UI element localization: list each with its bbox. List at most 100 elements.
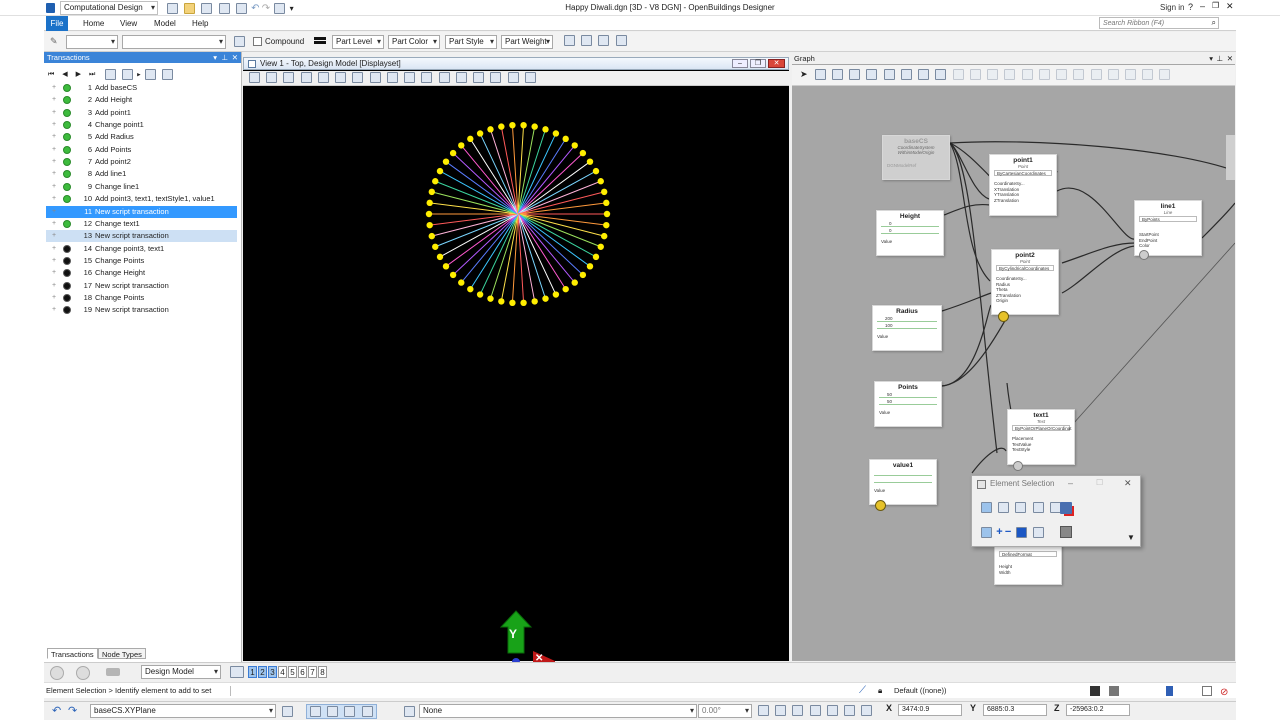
print-icon[interactable] (274, 3, 286, 15)
node-point2-method[interactable]: ByCylindricalCoordinates (996, 265, 1054, 271)
part-tool-4-icon[interactable] (615, 35, 627, 46)
snap-2-icon[interactable] (327, 706, 339, 717)
view-previous-icon[interactable] (404, 72, 416, 83)
bottom-tool-5-icon[interactable] (826, 705, 838, 716)
radial-line[interactable] (517, 133, 557, 215)
expand-dialog-icon[interactable]: ▼ (1127, 533, 1135, 542)
plane-dropdown[interactable]: baseCS.XYPlane (90, 704, 276, 718)
graph-arrange-icon[interactable] (900, 69, 912, 81)
view-minimize-icon[interactable]: – (732, 59, 748, 68)
view-maximize-icon[interactable]: ❐ (750, 59, 766, 68)
circle-point[interactable] (476, 291, 484, 298)
node-textstyle1-method[interactable]: DefinedFormat (999, 551, 1057, 557)
bottom-tool-1-icon[interactable] (758, 705, 769, 716)
angle-input[interactable]: 0.00° (698, 704, 752, 718)
script-icon[interactable] (122, 69, 134, 80)
expand-icon[interactable]: + (52, 144, 56, 156)
graph-align-top-icon[interactable] (1021, 69, 1033, 81)
graph-align-center-icon[interactable] (987, 69, 999, 81)
qat-more-icon[interactable]: ▾ (290, 4, 294, 13)
part-level-dropdown[interactable]: Part Level (332, 35, 384, 49)
expand-icon[interactable]: + (52, 193, 56, 205)
circle-point[interactable] (601, 188, 608, 196)
graph-edge-node[interactable] (1226, 135, 1235, 180)
expand-icon[interactable]: + (52, 230, 56, 242)
snap-1-icon[interactable] (310, 706, 321, 717)
expand-icon[interactable]: + (52, 292, 56, 304)
view-attributes-icon[interactable] (249, 72, 260, 83)
bottom-tool-3-icon[interactable] (792, 705, 804, 716)
circle-point[interactable] (442, 158, 450, 165)
circle-selection-icon[interactable] (1032, 502, 1044, 513)
expand-icon[interactable]: + (52, 168, 56, 180)
transaction-row[interactable]: +5 Add Radius (46, 131, 237, 143)
circle-point[interactable] (603, 210, 611, 218)
graph-export-icon[interactable] (952, 69, 964, 81)
circle-point[interactable] (498, 123, 505, 130)
status-signal-icon[interactable] (1109, 686, 1119, 696)
expand-icon[interactable]: + (52, 131, 56, 143)
expand-icon[interactable]: + (52, 218, 56, 230)
graph-expand-icon[interactable] (1142, 69, 1154, 81)
bottom-tool-6-icon[interactable] (844, 705, 856, 716)
minimize-icon[interactable]: – (1200, 1, 1205, 11)
radial-line[interactable] (517, 213, 605, 237)
circle-point[interactable] (467, 285, 474, 293)
weight-icon[interactable] (314, 37, 326, 40)
element-selection-dialog[interactable]: Element Selection – ☐ ✕ + − ▼ (971, 475, 1141, 547)
select-arrow-icon[interactable]: ➤ (800, 69, 808, 79)
transaction-row[interactable]: +15 Change Points (46, 255, 237, 267)
transaction-row[interactable]: +7 Add point2 (46, 156, 237, 168)
radial-line[interactable] (479, 213, 519, 295)
tab-home[interactable]: Home (80, 16, 107, 31)
node-height[interactable]: Height 0 0 Value (876, 210, 944, 256)
expand-icon[interactable]: + (52, 243, 56, 255)
circle-point[interactable] (458, 142, 465, 149)
expand-icon[interactable]: + (52, 107, 56, 119)
status-save-icon[interactable] (1090, 686, 1100, 696)
graph-align-bottom-icon[interactable] (1056, 69, 1068, 81)
display-style-icon[interactable] (266, 72, 278, 83)
add-mode-icon[interactable]: + (996, 526, 1002, 538)
circle-point[interactable] (542, 295, 549, 302)
circle-point[interactable] (597, 178, 604, 185)
settings-icon[interactable] (283, 72, 295, 83)
block-selection-icon[interactable] (998, 502, 1010, 513)
radial-line[interactable] (431, 191, 519, 215)
x-coordinate-input[interactable]: 3474:0.9 (898, 704, 962, 716)
clip-mask-icon[interactable] (473, 72, 485, 83)
circle-point[interactable] (552, 291, 560, 298)
snap-4-icon[interactable] (361, 706, 373, 717)
transaction-row[interactable]: +11 New script transaction (46, 205, 237, 218)
node-point2[interactable]: point2 Point ByCylindricalCoordinates Co… (991, 249, 1059, 315)
node-point1[interactable]: point1 Point ByCartesianCoordinates Coor… (989, 154, 1057, 216)
back-icon[interactable] (50, 666, 64, 680)
camera-icon[interactable] (507, 72, 519, 83)
subtract-mode-icon[interactable]: − (1005, 526, 1011, 538)
circle-point[interactable] (428, 232, 435, 240)
graph-align-middle-icon[interactable] (1038, 69, 1050, 81)
forward-icon[interactable] (76, 666, 90, 680)
view-button-6[interactable]: 6 (298, 666, 307, 678)
circle-point[interactable] (487, 295, 494, 302)
circle-point[interactable] (592, 167, 600, 175)
walk-icon[interactable] (438, 72, 450, 83)
node-points-input[interactable]: 50 (879, 392, 937, 398)
z-coordinate-input[interactable]: -25963:0.2 (1066, 704, 1130, 716)
expand-icon[interactable]: + (52, 156, 56, 168)
render-icon[interactable] (524, 72, 536, 83)
zoom-out-icon[interactable] (335, 72, 347, 83)
expand-icon[interactable]: + (52, 94, 56, 106)
shape-selection-icon[interactable] (1015, 502, 1027, 513)
view-button-8[interactable]: 8 (318, 666, 327, 678)
circle-point[interactable] (531, 298, 538, 305)
last-icon[interactable]: ⏭ (89, 71, 95, 78)
workflow-dropdown[interactable]: Computational Design (60, 1, 158, 15)
fill-icon[interactable] (234, 36, 245, 47)
view-1-titlebar[interactable]: View 1 - Top, Design Model [Displayset] … (243, 57, 789, 70)
circle-point[interactable] (601, 232, 608, 240)
invert-mode-icon[interactable] (1015, 527, 1027, 539)
expand-icon[interactable]: + (52, 206, 56, 218)
expand-icon[interactable]: + (52, 255, 56, 267)
transaction-row[interactable]: +13 New script transaction (46, 230, 237, 243)
